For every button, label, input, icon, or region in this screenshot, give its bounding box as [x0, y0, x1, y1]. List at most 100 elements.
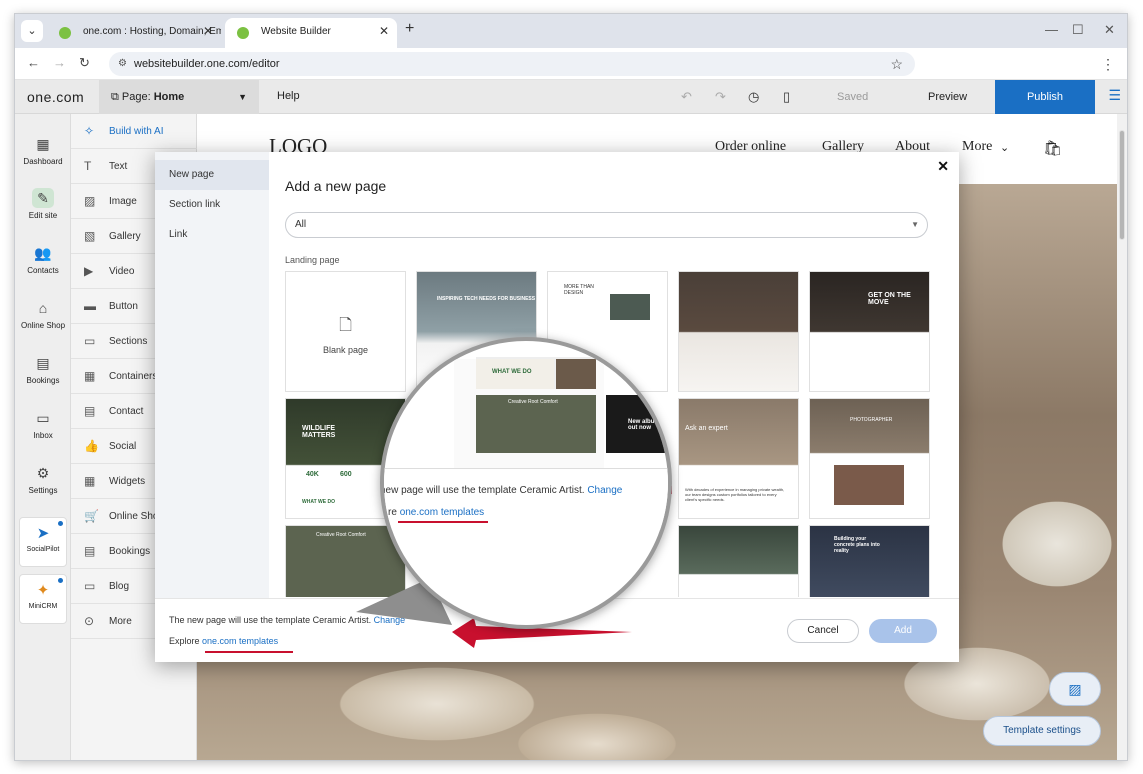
mobile-view-icon[interactable]: ▯ [783, 89, 790, 105]
scrollbar-thumb[interactable] [1119, 130, 1125, 240]
site-nav-item[interactable]: More [962, 139, 992, 155]
reload-icon[interactable]: ↻ [79, 55, 90, 71]
favicon-icon [59, 27, 71, 39]
zoomed-explore: re one.com templates [388, 507, 484, 518]
blank-page-label: Blank page [322, 345, 369, 355]
new-tab-icon[interactable]: + [405, 20, 414, 38]
tool-label: Blog [109, 581, 130, 592]
cancel-button[interactable]: Cancel [787, 619, 859, 643]
browser-menu-icon[interactable]: ⋮ [1101, 56, 1115, 73]
template-photo [610, 294, 650, 320]
template-text: WHAT WE DO [302, 499, 335, 505]
template-text: 40K [306, 471, 319, 478]
close-tab-icon[interactable]: ✕ [203, 18, 213, 45]
maximize-icon[interactable]: ☐ [1072, 22, 1084, 38]
template-card[interactable] [678, 271, 799, 392]
add-button[interactable]: Add [869, 619, 937, 643]
rail-dashboard[interactable]: ▦ Dashboard [15, 134, 71, 166]
address-bar: ← → ↻ ⚙ websitebuilder.one.com/editor ☆ … [15, 48, 1127, 80]
cart-icon: 🛒 [84, 509, 99, 523]
template-settings-button[interactable]: Template settings [983, 716, 1101, 746]
contact-icon: ▤ [84, 404, 96, 418]
template-card[interactable]: Building your concrete plans into realit… [809, 525, 930, 597]
blog-icon: ▭ [84, 579, 96, 593]
template-card[interactable]: Ask an expert With decades of experience… [678, 398, 799, 519]
url-field[interactable]: ⚙ websitebuilder.one.com/editor ☆ [109, 52, 915, 76]
template-text: 600 [340, 471, 352, 478]
design-settings-button[interactable]: ▨ [1049, 672, 1101, 706]
tool-label: More [109, 616, 132, 627]
blank-page-card[interactable]: 🗋 Blank page [285, 271, 406, 392]
tab-title: one.com : Hosting, Domain, Em [83, 26, 221, 37]
template-filter-select[interactable]: All ▼ [285, 212, 928, 238]
url-text: websitebuilder.one.com/editor [134, 58, 280, 70]
publish-button[interactable]: Publish [995, 80, 1095, 114]
tab-title: Website Builder [261, 26, 331, 37]
help-link[interactable]: Help [277, 90, 300, 102]
undo-icon[interactable]: ↶ [681, 89, 692, 105]
rail-settings[interactable]: ⚙ Settings [15, 463, 71, 495]
tool-build-with-ai[interactable]: ✧ Build with AI [71, 114, 197, 149]
rail-edit-site[interactable]: ✎ Edit site [15, 188, 71, 220]
templates-link[interactable]: one.com templates [202, 636, 278, 646]
side-new-page[interactable]: New page [155, 160, 269, 190]
chevron-down-icon: ⌄ [1000, 142, 1010, 154]
close-icon[interactable]: ✕ [937, 158, 949, 175]
edit-site-icon: ✎ [32, 188, 54, 208]
zoomed-templates-link: one.com templates [399, 507, 485, 518]
socialpilot-icon: ➤ [36, 525, 50, 542]
preview-button[interactable]: Preview [928, 91, 967, 103]
rail-minicrm[interactable]: ✦ MiniCRM [19, 574, 67, 624]
explore-text: Explore [169, 636, 200, 646]
tab-search-icon[interactable]: ⌄ [21, 20, 43, 42]
section-label: Landing page [285, 255, 340, 265]
tool-label: Gallery [109, 231, 141, 242]
rail-online-shop[interactable]: ⌂ Online Shop [15, 298, 71, 330]
bookmark-star-icon[interactable]: ☆ [890, 52, 903, 76]
history-icon[interactable]: ◷ [748, 89, 759, 105]
template-card[interactable] [678, 525, 799, 597]
dialog-title: Add a new page [285, 178, 387, 194]
browser-tab-onecom[interactable]: one.com : Hosting, Domain, Em ✕ [47, 18, 221, 48]
template-message: The new page will use the template Ceram… [169, 615, 405, 625]
rail-label: Dashboard [23, 157, 63, 166]
gallery-icon: ▧ [84, 229, 96, 243]
hamburger-icon[interactable]: ☰ [1108, 87, 1121, 104]
saved-status: Saved [837, 91, 869, 103]
rail-socialpilot[interactable]: ➤ SocialPilot [19, 517, 67, 567]
rail-inbox[interactable]: ▭ Inbox [15, 408, 71, 440]
side-link[interactable]: Link [155, 220, 269, 250]
template-card[interactable]: Creative Root Comfort [285, 525, 406, 597]
bookings-icon: ▤ [84, 544, 96, 558]
rail-label: MiniCRM [28, 603, 58, 610]
cart-icon[interactable]: 🛍 [1043, 139, 1062, 158]
close-tab-icon[interactable]: ✕ [379, 18, 389, 45]
page-selector[interactable]: ⧉ Page: Home ▼ [99, 80, 259, 114]
rail-label: Inbox [33, 431, 53, 440]
forward-icon[interactable]: → [53, 55, 66, 70]
rail-label: SocialPilot [26, 546, 60, 553]
rail-contacts[interactable]: 👥 Contacts [15, 243, 71, 275]
template-card[interactable]: GET ON THE MOVE [809, 271, 930, 392]
browser-tab-website-builder[interactable]: Website Builder ✕ [225, 18, 397, 48]
left-rail: ▦ Dashboard ✎ Edit site 👥 Contacts ⌂ Onl… [15, 114, 71, 760]
template-text: INSPIRING TECH NEEDS FOR BUSINESS [437, 296, 536, 302]
template-photo [834, 465, 904, 505]
change-template-link[interactable]: Change [374, 615, 406, 625]
window-close-icon[interactable]: ✕ [1104, 22, 1115, 38]
template-text: MORE THAN DESIGN [564, 284, 594, 296]
side-section-link[interactable]: Section link [155, 190, 269, 220]
tool-label: Sections [109, 336, 148, 347]
template-text: Building your concrete plans into realit… [834, 536, 880, 554]
template-card[interactable]: PHOTOGRAPHER [809, 398, 930, 519]
page-scrollbar[interactable] [1117, 114, 1127, 760]
zoomed-change-link: Change [587, 485, 623, 496]
rail-bookings[interactable]: ▤ Bookings [15, 353, 71, 385]
site-info-icon[interactable]: ⚙ [118, 52, 127, 76]
minimize-icon[interactable]: — [1045, 22, 1058, 37]
redo-icon[interactable]: ↷ [715, 89, 726, 105]
template-text: GET ON THE MOVE [868, 292, 911, 306]
settings-icon: ⚙ [36, 465, 50, 481]
document-icon: 🗋 [339, 317, 352, 334]
back-icon[interactable]: ← [27, 55, 40, 70]
